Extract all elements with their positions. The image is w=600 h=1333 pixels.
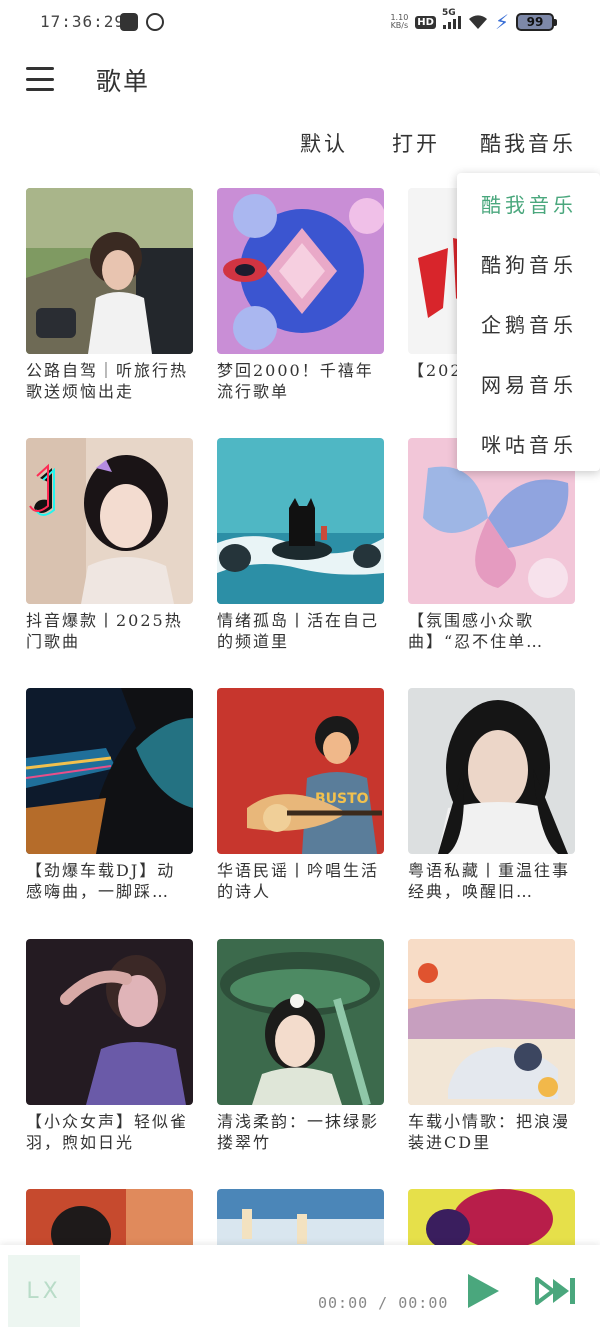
playlist-title: 公路自驾｜听旅行热歌送烦恼出走: [26, 361, 189, 401]
playlist-card[interactable]: 粤语私藏丨重温往事经典，唤醒旧…: [408, 688, 575, 902]
playlist-cover: [26, 188, 193, 354]
play-icon[interactable]: [462, 1271, 502, 1311]
app-notification-icon: [120, 13, 138, 31]
dropdown-item-qq[interactable]: 企鹅音乐: [457, 293, 600, 353]
status-time: 17:36:29: [40, 12, 126, 31]
network-type: 5G: [441, 8, 456, 18]
playlist-cover: [408, 939, 575, 1105]
battery-level: 99: [526, 15, 544, 29]
dropdown-item-kuwo[interactable]: 酷我音乐: [457, 173, 600, 233]
wifi-icon: [468, 15, 487, 29]
playlist-cover: [26, 688, 193, 854]
playlist-title: 【氛围感小众歌曲】“忍不住单…: [408, 611, 545, 651]
tab-default[interactable]: 默认: [300, 128, 348, 158]
playlist-title: 【小众女声】轻似雀羽，煦如日光: [26, 1112, 189, 1152]
playlist-title: 清浅柔韵：一抹绿影搂翠竹: [217, 1112, 380, 1152]
page-title: 歌单: [96, 67, 151, 96]
playlist-card[interactable]: 情绪孤岛丨活在自己的频道里: [217, 438, 384, 652]
playlist-cover: BUSTO: [217, 688, 384, 854]
status-indicators: 1.10 KB/s HD 5G ⚡ 99: [390, 8, 557, 34]
dropdown-item-migu[interactable]: 咪咕音乐: [457, 413, 600, 473]
signal-icon: 5G: [442, 8, 461, 29]
playlist-cover: [217, 939, 384, 1105]
playlist-title: 粤语私藏丨重温往事经典，唤醒旧…: [408, 861, 571, 901]
playlist-card[interactable]: 公路自驾｜听旅行热歌送烦恼出走: [26, 188, 193, 402]
playlist-cover: [26, 939, 193, 1105]
playlist-card[interactable]: 抖音爆款丨2025热门歌曲: [26, 438, 193, 652]
status-bar: 17:36:29 1.10 KB/s HD 5G ⚡ 99: [0, 0, 600, 46]
player-cover[interactable]: LX: [8, 1255, 80, 1327]
playlist-card[interactable]: 车载小情歌：把浪漫装进CD里: [408, 939, 575, 1153]
network-speed-unit: KB/s: [390, 21, 409, 30]
playlist-card[interactable]: 梦回2000！千禧年流行歌单: [217, 188, 384, 402]
sync-notification-icon: [146, 13, 164, 31]
playlist-card[interactable]: 【小众女声】轻似雀羽，煦如日光: [26, 939, 193, 1153]
playlist-cover: [408, 688, 575, 854]
source-selector[interactable]: 酷我音乐: [480, 128, 576, 158]
playlist-card[interactable]: 【劲爆车载DJ】动感嗨曲，一脚踩…: [26, 688, 193, 902]
playlist-title: 抖音爆款丨2025热门歌曲: [26, 611, 183, 651]
playlist-cover: [217, 438, 384, 604]
player-bar: LX 00:00 / 00:00: [0, 1245, 600, 1333]
playlist-title: 华语民谣丨吟唱生活的诗人: [217, 861, 380, 901]
playlist-title: 【劲爆车载DJ】动感嗨曲，一脚踩…: [26, 861, 176, 901]
dropdown-item-kugou[interactable]: 酷狗音乐: [457, 233, 600, 293]
playlist-card[interactable]: 清浅柔韵：一抹绿影搂翠竹: [217, 939, 384, 1153]
hd-badge: HD: [415, 15, 436, 29]
source-dropdown: 酷我音乐 酷狗音乐 企鹅音乐 网易音乐 咪咕音乐: [457, 173, 600, 471]
playlist-title: 情绪孤岛丨活在自己的频道里: [217, 611, 380, 651]
next-track-icon[interactable]: [535, 1275, 577, 1307]
network-speed: 1.10 KB/s: [390, 14, 408, 30]
playlist-title: 梦回2000！千禧年流行歌单: [217, 361, 374, 401]
menu-icon[interactable]: [26, 67, 54, 91]
playlist-cover: [217, 188, 384, 354]
playlist-card[interactable]: BUSTO 华语民谣丨吟唱生活的诗人: [217, 688, 384, 902]
playlist-title: 车载小情歌：把浪漫装进CD里: [408, 1112, 571, 1152]
playback-time: 00:00 / 00:00: [318, 1294, 449, 1312]
battery-icon: 99: [516, 13, 557, 31]
charging-icon: ⚡: [494, 10, 509, 34]
tab-open[interactable]: 打开: [392, 128, 440, 158]
playlist-cover: [26, 438, 193, 604]
dropdown-item-netease[interactable]: 网易音乐: [457, 353, 600, 413]
